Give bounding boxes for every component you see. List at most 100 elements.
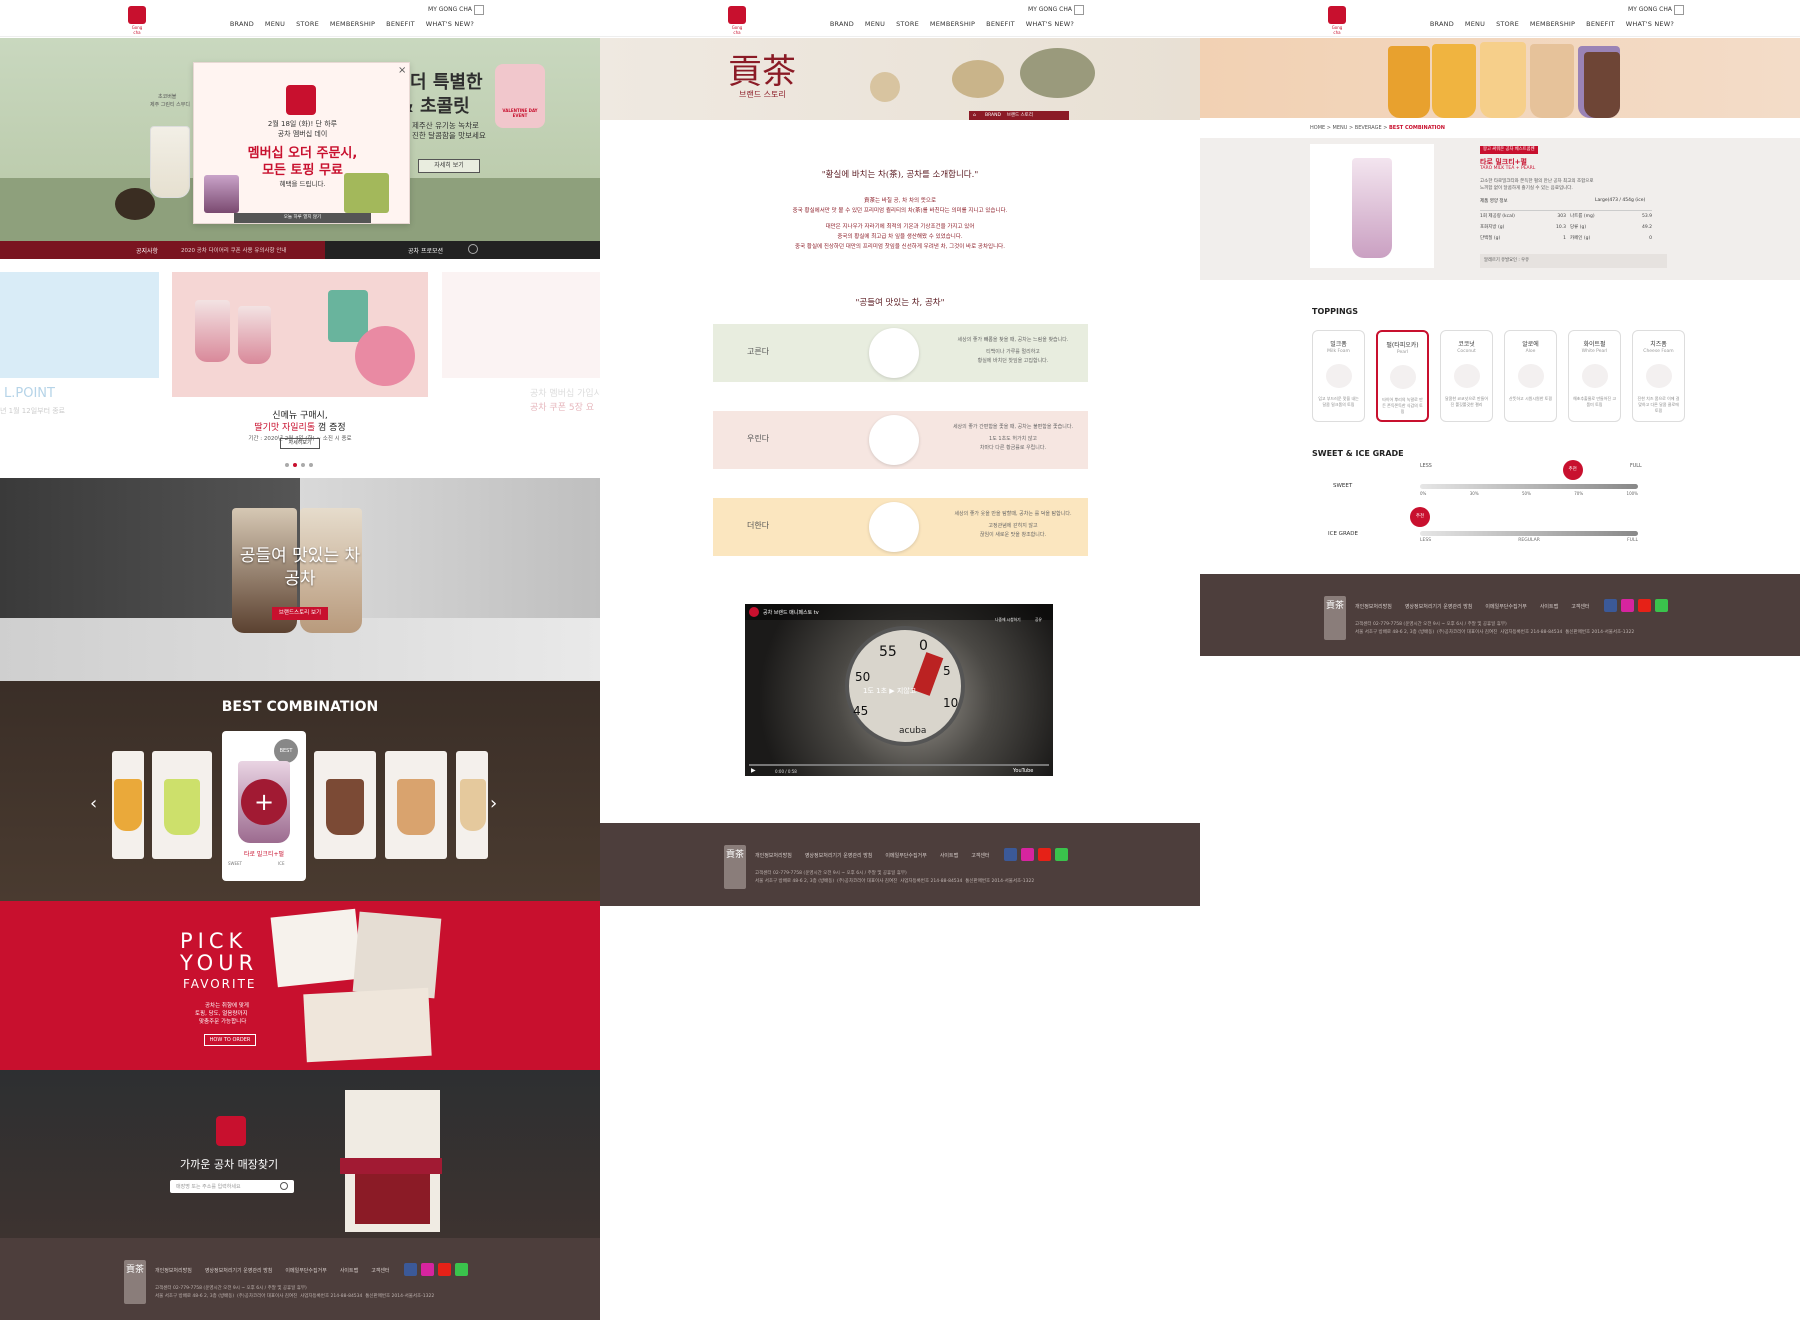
footer-link[interactable]: 사이트맵 bbox=[1540, 603, 1558, 610]
channel-avatar[interactable] bbox=[749, 607, 759, 617]
slider-dot[interactable] bbox=[301, 463, 305, 467]
promo-card-left[interactable] bbox=[0, 272, 159, 378]
search-icon[interactable] bbox=[1674, 5, 1684, 15]
topping-card-pearl[interactable]: 펄(타피오카) Pearl 타이어 뿌리의 녹말로 만든 쫀득쫀득한 식감의 토핑 bbox=[1376, 330, 1429, 422]
topping-card-milk-foam[interactable]: 밀크폼 Milk Foam 입고 부드러운 맛을 내는 달콤 밀크폼의 토핑 bbox=[1312, 330, 1365, 422]
line-icon[interactable] bbox=[1655, 599, 1668, 612]
nav-brand[interactable]: BRAND bbox=[1430, 20, 1454, 28]
search-icon[interactable] bbox=[280, 1182, 288, 1190]
nav-membership[interactable]: MEMBERSHIP bbox=[1530, 20, 1575, 28]
watch-later-button[interactable]: 나중에 시청하기 bbox=[995, 617, 1021, 623]
footer-link[interactable]: 이메일무단수집거부 bbox=[1485, 603, 1526, 610]
youtube-icon[interactable] bbox=[438, 1263, 451, 1276]
nav-brand[interactable]: BRAND bbox=[830, 20, 854, 28]
nav-menu[interactable]: MENU bbox=[865, 20, 885, 28]
instagram-icon[interactable] bbox=[1621, 599, 1634, 612]
hero-more-button[interactable]: 자세히 보기 bbox=[418, 159, 480, 173]
topping-card-cheese-foam[interactable]: 치즈폼 Cheese Foam 진한 치즈 폼으로 이에 걸맞하고 다른 달콤 클로… bbox=[1632, 330, 1685, 422]
breadcrumb-item[interactable]: HOME bbox=[1310, 125, 1325, 131]
gongcha-logo[interactable]: Gong cha bbox=[1328, 6, 1346, 35]
breadcrumb-item[interactable]: BEVERAGE bbox=[1355, 125, 1382, 131]
best-card[interactable] bbox=[112, 751, 144, 859]
footer-link[interactable]: 영상정보처리기기 운영관리 방침 bbox=[205, 1267, 273, 1274]
facebook-icon[interactable] bbox=[1004, 848, 1017, 861]
valentine-badge[interactable]: VALENTINE DAY EVENT bbox=[495, 64, 545, 128]
best-card[interactable] bbox=[314, 751, 376, 859]
promo-label[interactable]: 공차 프로모션 bbox=[408, 246, 443, 255]
nav-menu[interactable]: MENU bbox=[265, 20, 285, 28]
slider-dot[interactable] bbox=[285, 463, 289, 467]
best-card[interactable] bbox=[456, 751, 488, 859]
nav-store[interactable]: STORE bbox=[1496, 20, 1519, 28]
facebook-icon[interactable] bbox=[1604, 599, 1617, 612]
chevron-down-icon[interactable] bbox=[468, 244, 478, 254]
best-card-active[interactable]: BEST + 타로 밀크티+펄 SWEET ICE bbox=[222, 731, 306, 881]
line-icon[interactable] bbox=[455, 1263, 468, 1276]
slider-dot[interactable] bbox=[309, 463, 313, 467]
search-icon[interactable] bbox=[1074, 5, 1084, 15]
breadcrumb-item[interactable]: 브랜드 스토리 bbox=[1007, 113, 1033, 118]
instagram-icon[interactable] bbox=[1021, 848, 1034, 861]
nav-whats-new[interactable]: WHAT'S NEW? bbox=[426, 20, 474, 28]
nav-whats-new[interactable]: WHAT'S NEW? bbox=[1626, 20, 1674, 28]
youtube-logo[interactable]: YouTube bbox=[1013, 768, 1033, 774]
nav-store[interactable]: STORE bbox=[296, 20, 319, 28]
line-icon[interactable] bbox=[1055, 848, 1068, 861]
footer-link[interactable]: 개인정보처리방침 bbox=[155, 1267, 192, 1274]
footer-link[interactable]: 영상정보처리기기 운영관리 방침 bbox=[805, 852, 873, 859]
nav-membership[interactable]: MEMBERSHIP bbox=[930, 20, 975, 28]
brand-story-button[interactable]: 브랜드스토리 보기 bbox=[272, 607, 328, 620]
footer-link[interactable]: 사이트맵 bbox=[940, 852, 958, 859]
my-gongcha-link[interactable]: MY GONG CHA bbox=[428, 6, 472, 13]
youtube-icon[interactable] bbox=[1638, 599, 1651, 612]
instagram-icon[interactable] bbox=[421, 1263, 434, 1276]
my-gongcha-link[interactable]: MY GONG CHA bbox=[1628, 6, 1672, 13]
video-progress-bar[interactable] bbox=[749, 764, 1049, 766]
footer-link[interactable]: 고객센터 bbox=[371, 1267, 389, 1274]
gongcha-logo[interactable]: Gong cha bbox=[128, 6, 146, 35]
facebook-icon[interactable] bbox=[404, 1263, 417, 1276]
promo-detail-button[interactable]: 자세히보기 bbox=[280, 438, 320, 449]
nav-benefit[interactable]: BENEFIT bbox=[1586, 20, 1615, 28]
topping-card-aloe[interactable]: 알로에 Aloe 산뜻하고 시원시원한 토핑 bbox=[1504, 330, 1557, 422]
close-icon[interactable]: × bbox=[398, 65, 406, 76]
best-card[interactable] bbox=[385, 751, 447, 859]
breadcrumb-item[interactable]: MENU bbox=[1333, 125, 1348, 131]
topping-card-white-pearl[interactable]: 화이트펄 White Pearl 해초추출물로 만들어진 고품미 토핑 bbox=[1568, 330, 1621, 422]
best-card[interactable] bbox=[152, 751, 212, 859]
promo-card-right[interactable] bbox=[442, 272, 600, 378]
my-gongcha-link[interactable]: MY GONG CHA bbox=[1028, 6, 1072, 13]
topping-card-coconut[interactable]: 코코넛 Coconut 달콤한 코코넛으로 만들어진 쫄깃쫄깃한 젤리 bbox=[1440, 330, 1493, 422]
slider-dot[interactable] bbox=[293, 463, 297, 467]
footer-link[interactable]: 영상정보처리기기 운영관리 방침 bbox=[1405, 603, 1473, 610]
nav-store[interactable]: STORE bbox=[896, 20, 919, 28]
popup-no-show-bar[interactable]: 오늘 하루 열지 않기 bbox=[234, 213, 371, 223]
store-search-input[interactable]: 매장명 또는 주소를 입력하세요 bbox=[170, 1180, 294, 1193]
how-to-order-button[interactable]: HOW TO ORDER bbox=[204, 1034, 256, 1046]
footer-link[interactable]: 사이트맵 bbox=[340, 1267, 358, 1274]
footer-link[interactable]: 개인정보처리방침 bbox=[1355, 603, 1392, 610]
nav-benefit[interactable]: BENEFIT bbox=[386, 20, 415, 28]
footer-link[interactable]: 개인정보처리방침 bbox=[755, 852, 792, 859]
play-icon[interactable]: ▶ bbox=[751, 767, 756, 774]
notice-text[interactable]: 2020 공차 다이어리 쿠폰 사용 유의사항 안내 bbox=[181, 246, 286, 254]
share-button[interactable]: 공유 bbox=[1035, 617, 1042, 623]
footer-link[interactable]: 이메일무단수집거부 bbox=[885, 852, 926, 859]
footer-link[interactable]: 이메일무단수집거부 bbox=[285, 1267, 326, 1274]
youtube-icon[interactable] bbox=[1038, 848, 1051, 861]
nav-membership[interactable]: MEMBERSHIP bbox=[330, 20, 375, 28]
gongcha-logo[interactable]: Gong cha bbox=[728, 6, 746, 35]
home-icon[interactable]: ⌂ bbox=[973, 111, 976, 120]
nav-benefit[interactable]: BENEFIT bbox=[986, 20, 1015, 28]
footer-link[interactable]: 고객센터 bbox=[971, 852, 989, 859]
breadcrumb-item[interactable]: BRAND bbox=[985, 113, 1001, 118]
brand-video-player[interactable]: 공차 브랜드 매니페스토 tv 나중에 시청하기 공유 55 0 5 10 50… bbox=[745, 604, 1053, 776]
nav-menu[interactable]: MENU bbox=[1465, 20, 1485, 28]
plus-icon[interactable]: + bbox=[241, 779, 287, 825]
footer-link[interactable]: 고객센터 bbox=[1571, 603, 1589, 610]
nav-whats-new[interactable]: WHAT'S NEW? bbox=[1026, 20, 1074, 28]
nav-brand[interactable]: BRAND bbox=[230, 20, 254, 28]
chevron-left-icon[interactable]: ‹ bbox=[90, 793, 97, 814]
chevron-right-icon[interactable]: › bbox=[490, 793, 497, 814]
search-icon[interactable] bbox=[474, 5, 484, 15]
